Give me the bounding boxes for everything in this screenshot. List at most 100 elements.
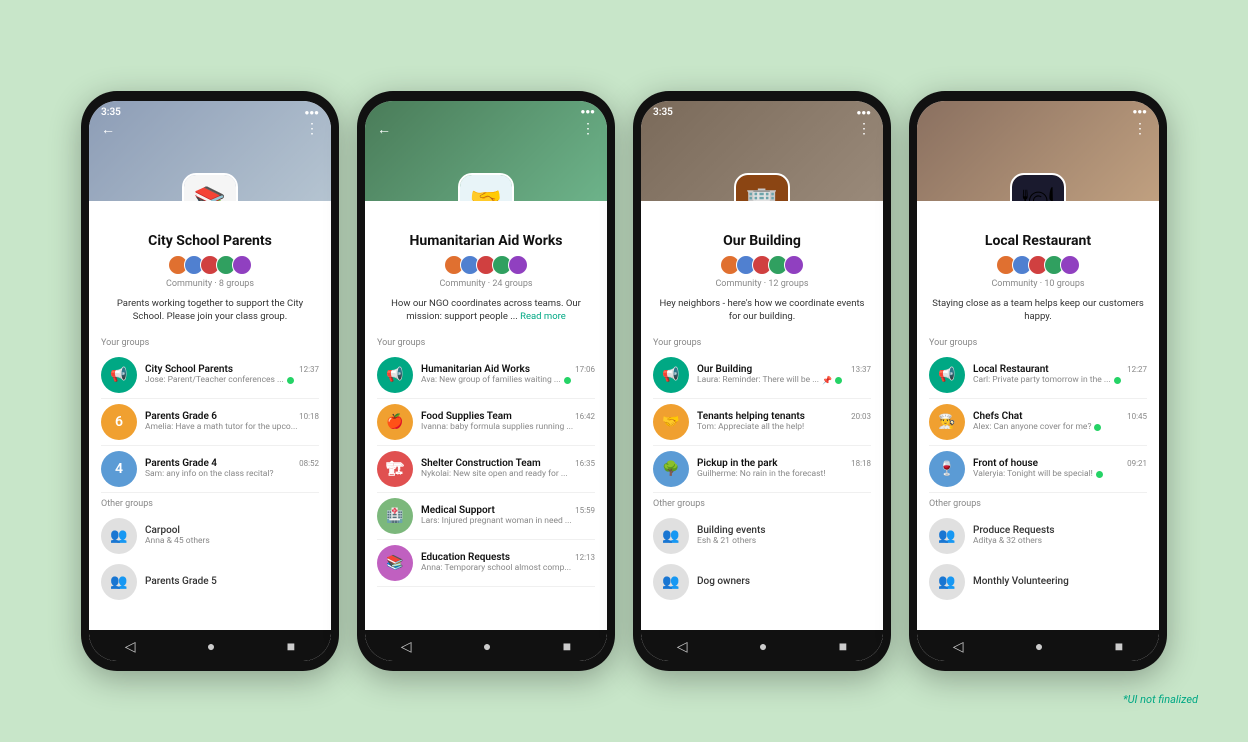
status-icons: ●●●: [581, 107, 596, 116]
nav-home[interactable]: ●: [483, 638, 491, 655]
unread-dot: [1096, 471, 1103, 478]
unread-dot: [835, 377, 842, 384]
other-group-sub-0: Aditya & 32 others: [973, 536, 1055, 546]
chat-preview-1: Tom: Appreciate all the help!: [697, 422, 871, 432]
more-button[interactable]: ⋮: [305, 121, 319, 137]
more-button[interactable]: ⋮: [1133, 121, 1147, 137]
chat-info-0: Local Restaurant 12:27 Carl: Private par…: [973, 364, 1147, 385]
chat-time-0: 13:37: [851, 365, 871, 374]
your-groups-label: Your groups: [929, 338, 1147, 348]
status-bar: 3:35 ●●●: [653, 107, 871, 118]
chat-item-0[interactable]: 📢 City School Parents 12:37 Jose: Parent…: [101, 352, 319, 399]
chat-item-0[interactable]: 📢 Local Restaurant 12:27 Carl: Private p…: [929, 352, 1147, 399]
community-name: Our Building: [653, 233, 871, 249]
member-avatar-4: [232, 255, 252, 275]
chat-preview-1: Amelia: Have a math tutor for the upco..…: [145, 422, 319, 432]
community-meta: Community · 12 groups: [653, 279, 871, 289]
chat-preview-0: Jose: Parent/Teacher conferences ...: [145, 375, 319, 385]
chat-info-0: City School Parents 12:37 Jose: Parent/T…: [145, 364, 319, 385]
nav-bar: ◁ ● ■: [89, 630, 331, 661]
chat-item-3[interactable]: 🏥 Medical Support 15:59 Lars: Injured pr…: [377, 493, 595, 540]
other-groups-label: Other groups: [101, 499, 319, 509]
community-meta: Community · 8 groups: [101, 279, 319, 289]
chat-preview-2: Valeryia: Tonight will be special!: [973, 469, 1147, 479]
other-group-1[interactable]: 👥 Dog owners: [653, 559, 871, 605]
other-group-1[interactable]: 👥 Monthly Volunteering: [929, 559, 1147, 605]
community-description: Hey neighbors - here's how we coordinate…: [653, 297, 871, 324]
member-avatars: [929, 255, 1147, 275]
chat-item-1[interactable]: 🤝 Tenants helping tenants 20:03 Tom: App…: [653, 399, 871, 446]
other-group-0[interactable]: 👥 Carpool Anna & 45 others: [101, 513, 319, 559]
more-button[interactable]: ⋮: [857, 121, 871, 137]
chat-time-0: 12:37: [299, 365, 319, 374]
chat-time-1: 20:03: [851, 412, 871, 421]
chat-preview-2: Guilherme: No rain in the forecast!: [697, 469, 871, 479]
unread-dot: [1094, 424, 1101, 431]
phone-body: Humanitarian Aid Works Community · 24 gr…: [365, 201, 607, 630]
read-more-link[interactable]: Read more: [520, 311, 566, 322]
chat-info-1: Food Supplies Team 16:42 Ivanna: baby fo…: [421, 411, 595, 432]
nav-home[interactable]: ●: [1035, 638, 1043, 655]
nav-recent[interactable]: ■: [563, 638, 571, 655]
community-meta: Community · 24 groups: [377, 279, 595, 289]
nav-back[interactable]: ◁: [401, 639, 412, 655]
phone-screen: ●●● ⋮ 🍽 Local Restaurant Community · 10 …: [917, 101, 1159, 661]
chat-time-0: 17:06: [575, 365, 595, 374]
nav-home[interactable]: ●: [207, 638, 215, 655]
nav-recent[interactable]: ■: [287, 638, 295, 655]
chat-name-2: Shelter Construction Team: [421, 458, 541, 469]
chat-preview-0: Laura: Reminder: There will be ... 📌: [697, 375, 871, 385]
chat-name-4: Education Requests: [421, 552, 510, 563]
chat-item-2[interactable]: 🍷 Front of house 09:21 Valeryia: Tonight…: [929, 446, 1147, 493]
chat-info-2: Pickup in the park 18:18 Guilherme: No r…: [697, 458, 871, 479]
unread-dot: [1114, 377, 1121, 384]
nav-back[interactable]: ◁: [953, 639, 964, 655]
header-bg: 3:35 ●●● ← ⋮ 📚: [89, 101, 331, 201]
chat-item-0[interactable]: 📢 Humanitarian Aid Works 17:06 Ava: New …: [377, 352, 595, 399]
nav-back[interactable]: ◁: [125, 639, 136, 655]
chat-name-0: Humanitarian Aid Works: [421, 364, 530, 375]
member-avatar-4: [1060, 255, 1080, 275]
back-button[interactable]: ←: [101, 121, 115, 138]
chat-preview-3: Lars: Injured pregnant woman in need ...: [421, 516, 595, 526]
chat-avatar-2: 🌳: [653, 451, 689, 487]
chat-avatar-0: 📢: [929, 357, 965, 393]
status-bar: 3:35 ●●●: [101, 107, 319, 118]
back-button[interactable]: ←: [377, 121, 391, 138]
other-group-name-0: Produce Requests: [973, 525, 1055, 536]
chat-item-4[interactable]: 📚 Education Requests 12:13 Anna: Tempora…: [377, 540, 595, 587]
chat-avatar-1: 👨‍🍳: [929, 404, 965, 440]
more-button[interactable]: ⋮: [581, 121, 595, 137]
other-avatar-0: 👥: [929, 518, 965, 554]
status-bar: ●●●: [929, 107, 1147, 116]
your-groups-label: Your groups: [101, 338, 319, 348]
chat-item-2[interactable]: 4 Parents Grade 4 08:52 Sam: any info on…: [101, 446, 319, 493]
member-avatars: [653, 255, 871, 275]
other-group-sub-0: Esh & 21 others: [697, 536, 765, 546]
community-icon: 📚: [182, 173, 238, 201]
community-icon: 🏢: [734, 173, 790, 201]
chat-info-4: Education Requests 12:13 Anna: Temporary…: [421, 552, 595, 573]
chat-info-2: Front of house 09:21 Valeryia: Tonight w…: [973, 458, 1147, 479]
other-group-0[interactable]: 👥 Produce Requests Aditya & 32 others: [929, 513, 1147, 559]
chat-time-2: 16:35: [575, 459, 595, 468]
other-group-0[interactable]: 👥 Building events Esh & 21 others: [653, 513, 871, 559]
nav-recent[interactable]: ■: [1115, 638, 1123, 655]
chat-avatar-1: 🍎: [377, 404, 413, 440]
your-groups-label: Your groups: [653, 338, 871, 348]
chat-info-2: Shelter Construction Team 16:35 Nykolai:…: [421, 458, 595, 479]
chat-item-1[interactable]: 👨‍🍳 Chefs Chat 10:45 Alex: Can anyone co…: [929, 399, 1147, 446]
chat-item-1[interactable]: 6 Parents Grade 6 10:18 Amelia: Have a m…: [101, 399, 319, 446]
chat-item-0[interactable]: 📢 Our Building 13:37 Laura: Reminder: Th…: [653, 352, 871, 399]
chat-item-1[interactable]: 🍎 Food Supplies Team 16:42 Ivanna: baby …: [377, 399, 595, 446]
nav-home[interactable]: ●: [759, 638, 767, 655]
chat-name-3: Medical Support: [421, 505, 495, 516]
chat-info-1: Parents Grade 6 10:18 Amelia: Have a mat…: [145, 411, 319, 432]
chat-item-2[interactable]: 🏗 Shelter Construction Team 16:35 Nykola…: [377, 446, 595, 493]
phones-row: 3:35 ●●● ← ⋮ 📚 City School Parents: [81, 61, 1167, 681]
nav-back[interactable]: ◁: [677, 639, 688, 655]
other-group-1[interactable]: 👥 Parents Grade 5: [101, 559, 319, 605]
nav-recent[interactable]: ■: [839, 638, 847, 655]
chat-item-2[interactable]: 🌳 Pickup in the park 18:18 Guilherme: No…: [653, 446, 871, 493]
phone-body: Local Restaurant Community · 10 groups S…: [917, 201, 1159, 630]
